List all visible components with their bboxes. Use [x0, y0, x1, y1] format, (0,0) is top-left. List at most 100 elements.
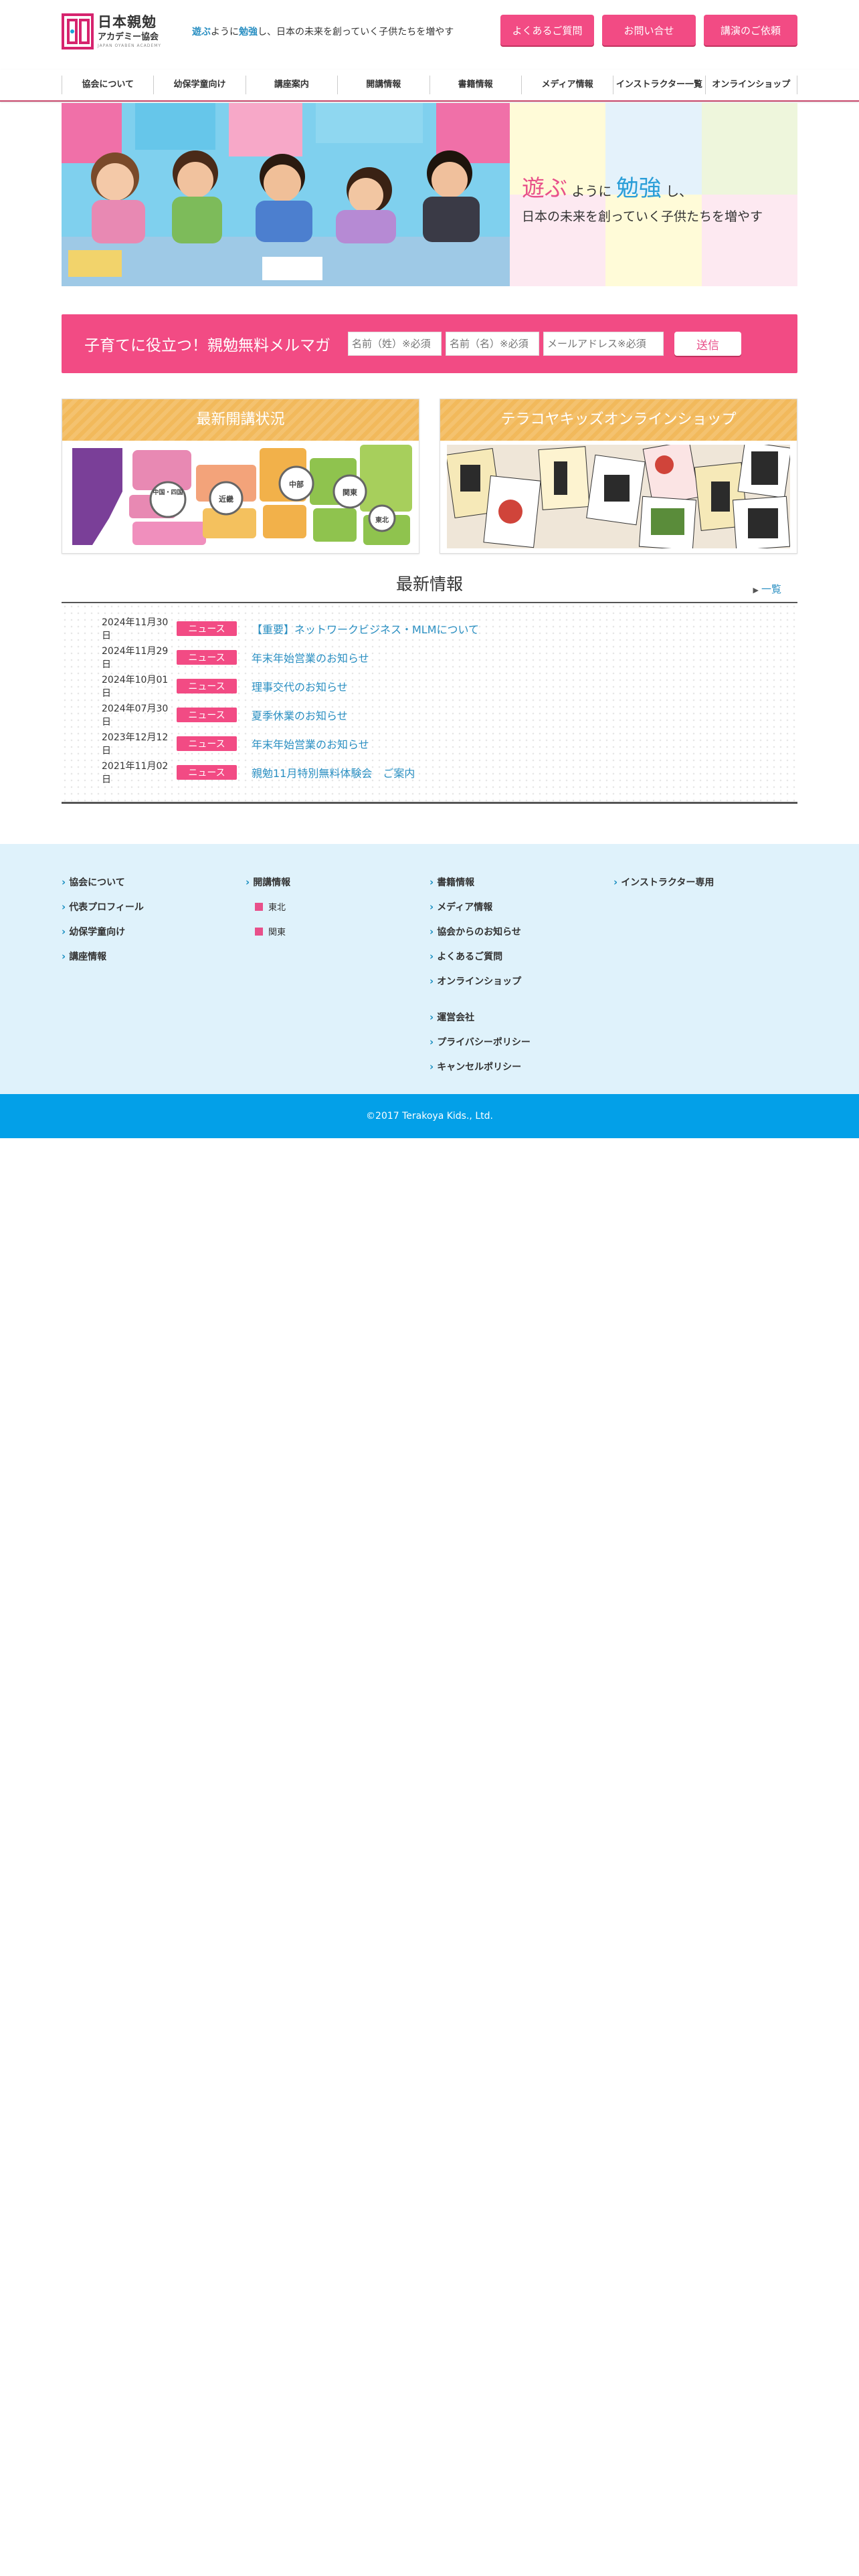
news-tag: ニュース — [177, 707, 237, 722]
chevron-right-icon: › — [430, 875, 434, 888]
footer-link-instructor-only[interactable]: › インストラクター専用 — [613, 869, 797, 894]
chevron-right-icon: › — [62, 900, 66, 913]
news-date: 2024年07月30日 — [102, 703, 169, 728]
region-chubu[interactable]: 中部 — [282, 479, 311, 490]
chevron-right-icon: › — [430, 1035, 434, 1048]
footer-link-about[interactable]: › 協会について — [62, 869, 246, 894]
news-link[interactable]: 理事交代のお知らせ — [252, 678, 348, 694]
online-shop-title: テラコヤキッズオンラインショップ — [440, 399, 797, 441]
news-item: 2023年12月12日 ニュース 年末年始営業のお知らせ — [62, 729, 797, 758]
chevron-right-icon: › — [430, 974, 434, 987]
region-kanto[interactable]: 関東 — [335, 487, 365, 498]
region-tohoku[interactable]: 東北 — [370, 514, 394, 524]
footer-sub-tohoku[interactable]: 東北 — [246, 894, 430, 919]
nav-item-nursery[interactable]: 幼保学童向け — [153, 76, 245, 94]
tagline-study: 勉強 — [239, 27, 258, 37]
footer-link-schedule[interactable]: › 開講情報 — [246, 869, 430, 894]
hero-banner: 遊ぶ ように 勉強 し、 日本の未来を創っていく子供たちを増やす — [62, 103, 797, 286]
flash-cards-photo[interactable] — [447, 445, 790, 548]
news-link[interactable]: 夏季休業のお知らせ — [252, 707, 348, 723]
logo-english: JAPAN OYABEN ACADEMY — [98, 43, 162, 48]
news-list: 2024年11月30日 ニュース 【重要】ネットワークビジネス・MLMについて … — [62, 603, 797, 804]
lecture-request-button[interactable]: 講演のご依頼 — [704, 15, 797, 45]
nav-item-media[interactable]: メディア情報 — [520, 76, 613, 94]
footer-sub-kanto[interactable]: 関東 — [246, 919, 430, 944]
hero-line2: 日本の未来を創っていく子供たちを増やす — [522, 209, 763, 224]
news-item: 2024年07月30日 ニュース 夏季休業のお知らせ — [62, 700, 797, 729]
news-link[interactable]: 親勉11月特別無料体験会 ご案内 — [252, 764, 415, 780]
footer-link-media[interactable]: › メディア情報 — [430, 894, 613, 919]
news-more-link[interactable]: ▶ 一覧 — [753, 582, 781, 596]
faq-button[interactable]: よくあるご質問 — [500, 15, 594, 45]
news-link[interactable]: 年末年始営業のお知らせ — [252, 736, 369, 752]
footer-link-label: 協会からのお知らせ — [437, 926, 521, 938]
online-shop-box[interactable]: テラコヤキッズオンラインショップ — [440, 399, 797, 554]
footer-link-label: オンラインショップ — [437, 976, 522, 987]
news-tag: ニュース — [177, 736, 237, 751]
hero-word-and: し、 — [666, 183, 693, 199]
logo-subtitle: アカデミー協会 — [98, 31, 159, 42]
nav-item-books[interactable]: 書籍情報 — [429, 76, 521, 94]
nav-item-schedule[interactable]: 開講情報 — [337, 76, 429, 94]
footer-link-label: メディア情報 — [437, 901, 493, 913]
footer-link-label: 書籍情報 — [437, 877, 475, 888]
chevron-right-icon: › — [430, 1010, 434, 1023]
footer-link-profile[interactable]: › 代表プロフィール — [62, 894, 246, 919]
hero-copy-panel: 遊ぶ ように 勉強 し、 日本の未来を創っていく子供たちを増やす — [510, 103, 797, 286]
hero-word-study: 勉強 — [615, 175, 662, 202]
news-link[interactable]: 年末年始営業のお知らせ — [252, 649, 369, 665]
news-date: 2024年10月01日 — [102, 674, 169, 699]
footer-link-notices[interactable]: › 協会からのお知らせ — [430, 919, 613, 944]
square-bullet-icon — [255, 902, 263, 911]
news-section: 最新情報 ▶ 一覧 2024年11月30日 ニュース 【重要】ネットワークビジネス… — [62, 570, 797, 804]
footer-link-courses[interactable]: › 講座情報 — [62, 944, 246, 968]
footer-link-label: プライバシーポリシー — [437, 1037, 531, 1048]
footer-link-nursery[interactable]: › 幼保学童向け — [62, 919, 246, 944]
footer-sub-label: 東北 — [268, 903, 286, 913]
tagline-part: ように — [211, 27, 239, 37]
news-tag: ニュース — [177, 764, 237, 780]
course-status-box[interactable]: 最新開講状況 中国・四国 近畿 中部 関東 東北 — [62, 399, 419, 554]
nav-item-instructors[interactable]: インストラクター一覧 — [613, 76, 704, 94]
japan-map[interactable]: 中国・四国 近畿 中部 関東 東北 — [69, 445, 412, 548]
footer-link-books[interactable]: › 書籍情報 — [430, 869, 613, 894]
first-name-input[interactable] — [446, 332, 539, 356]
footer-link-shop[interactable]: › オンラインショップ — [430, 968, 613, 993]
square-bullet-icon — [255, 927, 263, 936]
chevron-right-icon: › — [62, 925, 66, 938]
footer-link-label: 開講情報 — [253, 877, 291, 888]
last-name-input[interactable] — [348, 332, 442, 356]
contact-button[interactable]: お問い合せ — [602, 15, 696, 45]
footer-link-cancel[interactable]: › キャンセルポリシー — [430, 1054, 613, 1079]
news-date: 2023年12月12日 — [102, 732, 169, 756]
region-chugoku-shikoku[interactable]: 中国・四国 — [152, 489, 184, 497]
nav-item-about[interactable]: 協会について — [62, 76, 153, 94]
logo-mark-icon — [62, 13, 94, 49]
news-link[interactable]: 【重要】ネットワークビジネス・MLMについて — [252, 621, 479, 637]
hero-word-like: ように — [571, 183, 612, 199]
site-logo[interactable]: 日本親勉 アカデミー協会 JAPAN OYABEN ACADEMY — [62, 13, 161, 49]
news-date: 2024年11月30日 — [102, 617, 169, 641]
email-input[interactable] — [543, 332, 664, 356]
send-button[interactable]: 送信 — [674, 332, 741, 356]
footer-link-label: 協会について — [69, 877, 125, 888]
footer-link-company[interactable]: › 運営会社 — [430, 1004, 613, 1029]
site-footer: › 協会について › 代表プロフィール › 幼保学童向け › 講座情報 › 開講情報 東北… — [0, 844, 859, 1094]
chevron-right-icon: › — [430, 950, 434, 962]
children-photo — [62, 103, 510, 286]
news-tag: ニュース — [177, 621, 237, 636]
news-tag: ニュース — [177, 678, 237, 693]
footer-link-label: 幼保学童向け — [69, 926, 126, 938]
chevron-right-icon: › — [62, 950, 66, 962]
region-kinki[interactable]: 近畿 — [211, 494, 241, 504]
footer-link-label: 講座情報 — [69, 951, 107, 962]
header-tagline: 遊ぶように勉強し、日本の未来を創っていく子供たちを増やす — [192, 25, 454, 38]
nav-item-shop[interactable]: オンラインショップ — [704, 76, 797, 94]
nav-item-courses[interactable]: 講座案内 — [245, 76, 337, 94]
footer-link-faq[interactable]: › よくあるご質問 — [430, 944, 613, 968]
tagline-rest: し、日本の未来を創っていく子供たちを増やす — [258, 27, 454, 37]
footer-link-privacy[interactable]: › プライバシーポリシー — [430, 1029, 613, 1054]
global-nav: 協会について 幼保学童向け 講座案内 開講情報 書籍情報 メディア情報 インスト… — [0, 70, 859, 102]
tagline-play: 遊ぶ — [192, 27, 211, 37]
footer-link-label: インストラクター専用 — [621, 877, 714, 888]
